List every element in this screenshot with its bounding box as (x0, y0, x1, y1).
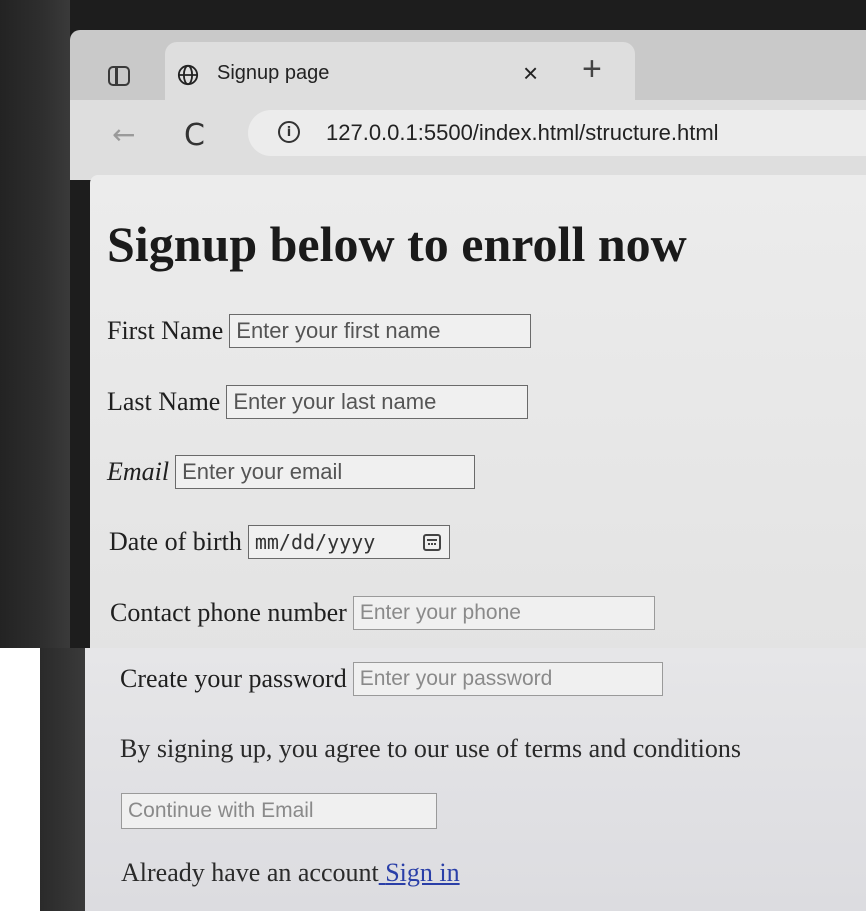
tab-title: Signup page (217, 62, 330, 84)
reload-button[interactable]: C (184, 118, 205, 153)
first-name-label: First Name (107, 316, 224, 345)
last-name-label: Last Name (107, 387, 221, 416)
signin-row: Already have an account Sign in (121, 858, 460, 888)
email-row: Email Enter your email (107, 455, 476, 489)
new-tab-button[interactable]: + (582, 50, 602, 89)
password-label: Create your password (120, 664, 347, 693)
globe-icon (177, 64, 199, 86)
page-content: Signup below to enroll now First Name En… (90, 175, 866, 655)
dob-placeholder: mm/dd/yyyy (254, 530, 376, 554)
url-text[interactable]: 127.0.0.1:5500/index.html/structure.html (326, 120, 719, 146)
last-name-input[interactable]: Enter your last name (226, 385, 529, 419)
tab-signup[interactable]: Signup page × (165, 42, 635, 102)
sign-in-link[interactable]: Sign in (379, 858, 459, 888)
phone-input[interactable]: Enter your phone (352, 596, 655, 630)
phone-label: Contact phone number (110, 598, 347, 627)
dob-input[interactable]: mm/dd/yyyy (247, 525, 450, 559)
page-content-lower: Create your password Enter your password… (85, 648, 866, 911)
browser-toolbar: ← C i 127.0.0.1:5500/index.html/structur… (70, 100, 866, 180)
password-input[interactable]: Enter your password (352, 662, 663, 696)
browser-chrome: Signup page × + ← C i 127.0.0.1:5500/ind… (70, 30, 866, 180)
info-icon[interactable]: i (278, 121, 300, 143)
page-title: Signup below to enroll now (107, 216, 687, 272)
terms-text: By signing up, you agree to our use of t… (120, 734, 742, 763)
photo-background (0, 648, 40, 911)
dob-label: Date of birth (109, 527, 242, 556)
continue-row: Continue with Email (121, 793, 437, 829)
tab-strip: Signup page × + (70, 30, 866, 102)
screen-bezel-left (0, 0, 70, 650)
sidebar-toggle-icon[interactable] (108, 66, 130, 86)
phone-row: Contact phone number Enter your phone (110, 596, 655, 630)
first-name-input[interactable]: Enter your first name (229, 314, 532, 348)
continue-with-email-input[interactable]: Continue with Email (121, 793, 437, 829)
calendar-icon[interactable] (422, 533, 441, 551)
email-label: Email (107, 457, 170, 486)
terms-row: By signing up, you agree to our use of t… (120, 734, 741, 764)
address-bar[interactable]: i 127.0.0.1:5500/index.html/structure.ht… (248, 110, 866, 156)
first-name-row: First Name Enter your first name (107, 314, 532, 348)
email-input[interactable]: Enter your email (175, 455, 476, 489)
password-row: Create your password Enter your password (120, 662, 663, 696)
last-name-row: Last Name Enter your last name (107, 385, 529, 419)
dob-row: Date of birth mm/dd/yyyy (109, 525, 450, 559)
screen-bezel-left-lower (40, 648, 85, 911)
back-button[interactable]: ← (112, 118, 135, 151)
sign-in-link-label[interactable]: Sign in (385, 858, 459, 887)
already-have-account-text: Already have an account (121, 858, 379, 887)
tab-close-icon[interactable]: × (523, 58, 538, 89)
